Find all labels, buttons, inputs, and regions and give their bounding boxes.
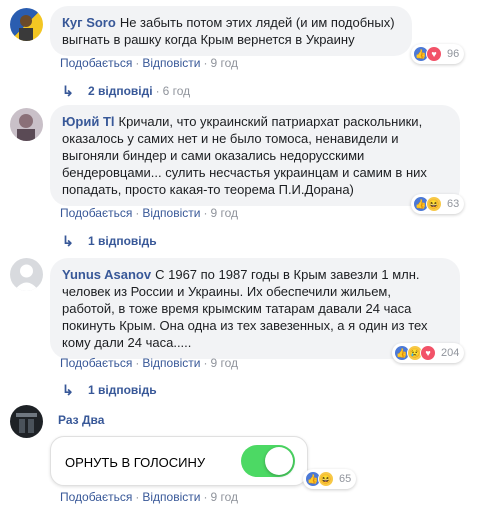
reactions-summary[interactable]: 👍 ♥ 96 [411,44,465,64]
laughing-face-icon: 😆 [318,471,334,487]
reactions-summary[interactable]: 👍 😆 63 [411,194,465,214]
view-replies[interactable]: ↳ 1 відповідь [62,234,157,248]
like-link[interactable]: Подобається [60,56,132,70]
separator: · [135,490,140,504]
separator: · [135,356,140,370]
comment-actions: Подобається · Відповісти · 9 год [60,490,238,504]
comment-bubble: Юрий Tl Кричали, что украинский патриарха… [50,105,460,206]
laughing-face-icon: 😆 [426,196,442,212]
avatar[interactable] [10,8,43,41]
default-avatar-icon [14,264,39,291]
like-link[interactable]: Подобається [60,490,132,504]
reply-link[interactable]: Відповісти [142,490,200,504]
replies-count[interactable]: 2 відповіді [88,84,153,98]
reaction-count: 204 [441,347,460,359]
comment-time[interactable]: 9 год [210,56,238,70]
reaction-count: 65 [339,473,352,485]
reply-link[interactable]: Відповісти [142,356,200,370]
comment-actions: Подобається · Відповісти · 9 год [60,356,238,370]
heart-icon: ♥ [426,46,442,62]
comment-author[interactable]: Куг Soro [62,15,116,30]
comment-bubble: Куг Soro Не забыть потом этих лядей (и им… [50,6,412,56]
separator: · [203,56,208,70]
reply-link[interactable]: Відповісти [142,56,200,70]
reactions-summary[interactable]: 👍 😆 65 [303,469,357,489]
reaction-count: 63 [447,198,460,210]
comment-author[interactable]: Раз Два [58,413,104,427]
reaction-count: 96 [447,48,460,60]
reply-arrow-icon: ↳ [62,233,74,249]
separator: · [203,206,208,220]
separator: · [135,206,140,220]
like-link[interactable]: Подобається [60,206,132,220]
replies-time: 6 год [162,84,191,98]
heart-icon: ♥ [420,345,436,361]
comment-actions: Подобається · Відповісти · 9 год [60,56,238,70]
comment-author[interactable]: Юрий Tl [62,114,115,129]
avatar[interactable] [10,258,43,291]
sticker-text: ОРНУТЬ В ГОЛОСИНУ [65,455,206,470]
comment-time[interactable]: 9 год [210,206,238,220]
replies-count[interactable]: 1 відповідь [88,383,157,397]
reply-arrow-icon: ↳ [62,83,74,99]
comment-text: Кричали, что украинский патриархат раско… [62,114,427,197]
separator: · [155,84,160,98]
comment-time[interactable]: 9 год [210,490,238,504]
reactions-summary[interactable]: 👍 😢 ♥ 204 [392,343,465,363]
view-replies[interactable]: ↳ 2 відповіді · 6 год [62,84,190,98]
comment-author[interactable]: Yunus Asanov [62,267,151,282]
comment-actions: Подобається · Відповісти · 9 год [60,206,238,220]
toggle-knob[interactable] [265,447,293,475]
separator: · [135,56,140,70]
toggle-switch[interactable] [241,445,295,477]
avatar[interactable] [10,405,43,438]
avatar-image [17,114,35,141]
view-replies[interactable]: ↳ 1 відповідь [62,383,157,397]
comment-time[interactable]: 9 год [210,356,238,370]
separator: · [203,490,208,504]
separator: · [203,356,208,370]
replies-count[interactable]: 1 відповідь [88,234,157,248]
avatar-image [16,413,37,433]
avatar[interactable] [10,108,43,141]
like-link[interactable]: Подобається [60,356,132,370]
reply-arrow-icon: ↳ [62,382,74,398]
sticker-card: ОРНУТЬ В ГОЛОСИНУ [50,436,308,486]
reply-link[interactable]: Відповісти [142,206,200,220]
avatar-image [19,15,33,41]
